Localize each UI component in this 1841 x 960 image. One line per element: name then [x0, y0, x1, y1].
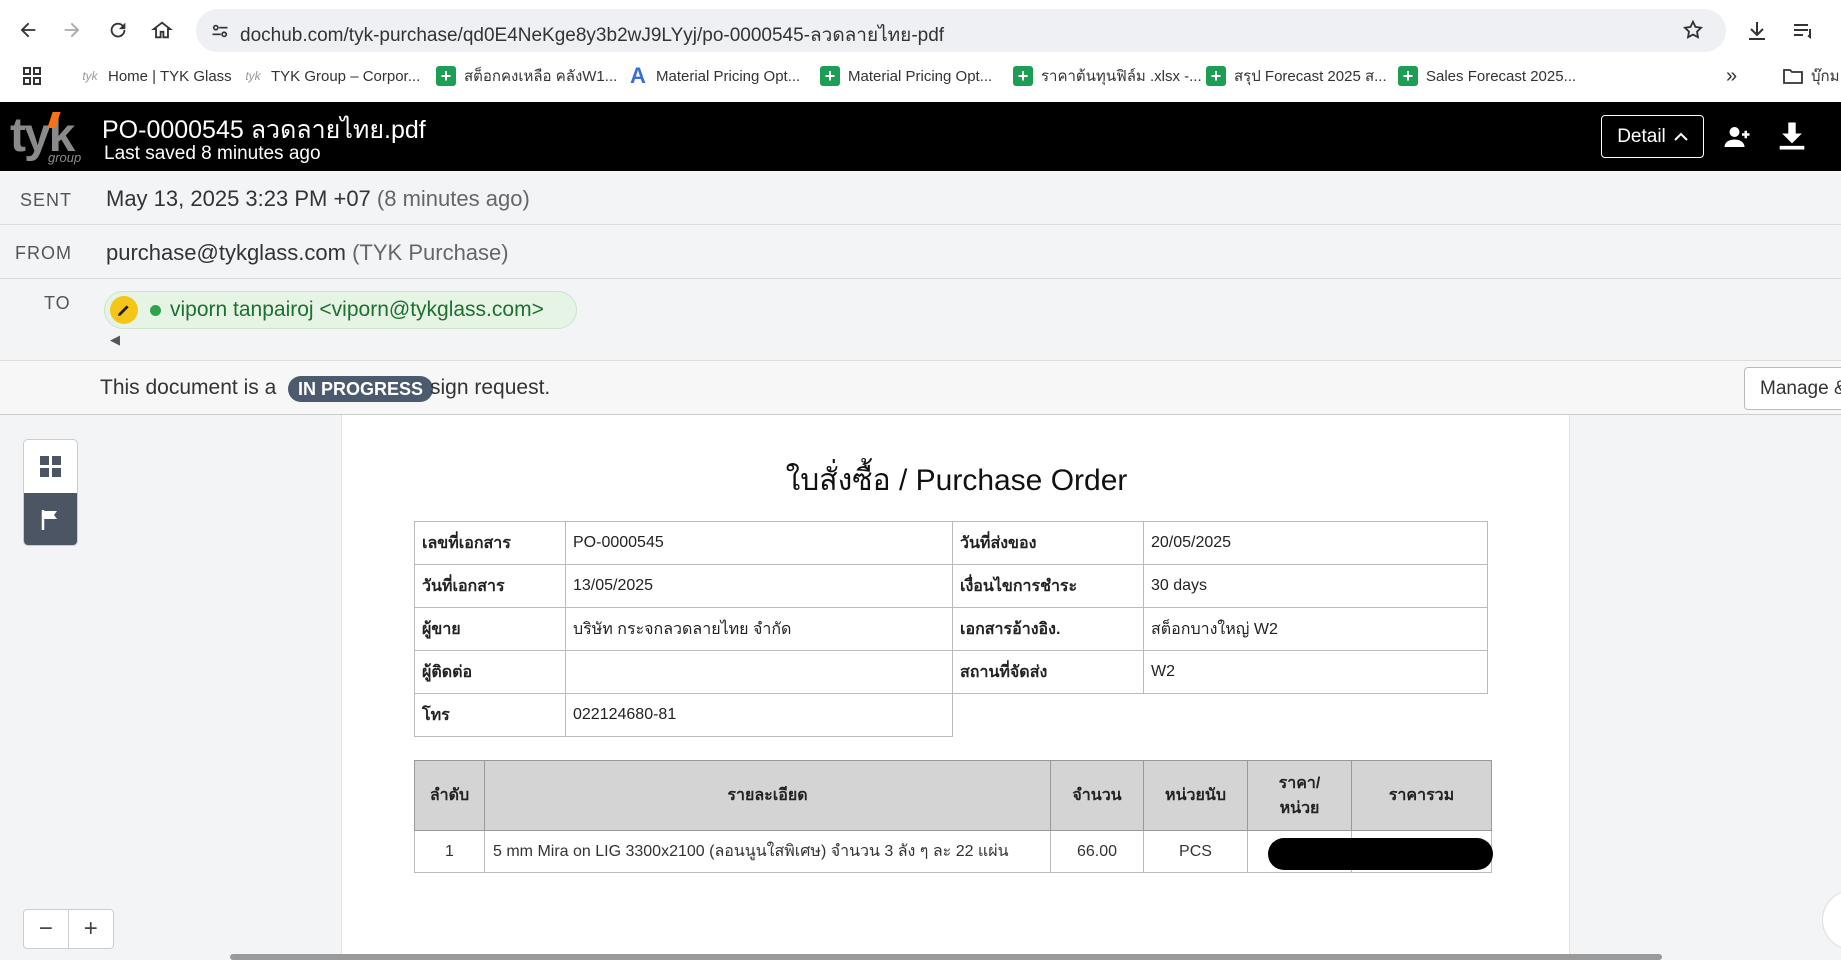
bookmarks-bar: tyk Home | TYK Glass tyk TYK Group – Corpo…	[0, 58, 1841, 94]
sent-label: SENT	[20, 190, 73, 210]
sheets-icon: +	[820, 66, 840, 86]
bookmark-item[interactable]: A Material Pricing Opt...	[628, 63, 800, 88]
col-qty: จำนวน	[1050, 760, 1144, 831]
bookmark-item[interactable]: + Sales Forecast 2025...	[1398, 64, 1576, 88]
bookmarks-overflow[interactable]: »	[1726, 64, 1737, 88]
info-row: ผู้ขาย บริษัท กระจกลวดลายไทย จำกัด เอกสา…	[414, 607, 1488, 651]
pencil-icon[interactable]	[110, 296, 138, 324]
zoom-out-button[interactable]: −	[24, 910, 69, 948]
bookmark-item[interactable]: + ราคาต้นทุนฟิล์ม .xlsx -...	[1013, 64, 1202, 88]
info-row: เลขที่เอกสาร PO-0000545 วันที่ส่งของ 20/…	[414, 521, 1488, 565]
app-header: tyk group PO-0000545 ลวดลายไทย.pdf Last …	[0, 102, 1841, 171]
site-settings-icon[interactable]	[210, 21, 230, 46]
col-price: ราคา/หน่วย	[1247, 760, 1352, 831]
sent-row: SENT May 13, 2025 3:23 PM +07 (8 minutes…	[0, 171, 1841, 225]
reload-icon[interactable]	[102, 14, 134, 46]
zoom-control: − +	[23, 909, 114, 949]
bookmark-item[interactable]: + Material Pricing Opt...	[820, 64, 992, 88]
status-badge: IN PROGRESS	[288, 376, 434, 402]
po-title: ใบสั่งซื้อ / Purchase Order	[785, 464, 1128, 497]
add-user-icon[interactable]	[1722, 122, 1752, 152]
browser-chrome: dochub.com/tyk-purchase/qd0E4NeKge8y3b2w…	[0, 0, 1841, 102]
col-no: ลำดับ	[414, 760, 485, 831]
recipient-name: viporn tanpairoj <viporn@tykglass.com>	[170, 298, 544, 321]
tyk-icon: tyk	[245, 69, 261, 83]
download-icon[interactable]	[1777, 120, 1807, 152]
zoom-in-button[interactable]: +	[69, 910, 114, 948]
url-text[interactable]: dochub.com/tyk-purchase/qd0E4NeKge8y3b2w…	[240, 20, 944, 50]
bookmark-item[interactable]: tyk Home | TYK Glass	[80, 64, 231, 88]
sheets-icon: +	[1206, 66, 1226, 86]
info-row: โทร 022124680-81	[414, 693, 1488, 737]
thumbnails-grid-icon[interactable]	[24, 440, 77, 493]
address-bar[interactable]: dochub.com/tyk-purchase/qd0E4NeKge8y3b2w…	[196, 9, 1726, 52]
scroll-left-icon[interactable]: ◀	[110, 332, 120, 348]
status-bar: This document is a IN PROGRESS sign requ…	[0, 360, 1841, 415]
status-suffix: sign request.	[430, 376, 551, 399]
downloads-icon[interactable]	[1745, 19, 1769, 48]
bookmark-folder[interactable]: บุ๊กม	[1783, 64, 1840, 88]
home-icon[interactable]	[146, 14, 178, 46]
sheets-icon: +	[1013, 66, 1033, 86]
from-value: purchase@tykglass.com (TYK Purchase)	[106, 240, 509, 265]
apps-grid-icon[interactable]	[22, 66, 42, 91]
items-header-row: ลำดับ รายละเอียด จำนวน หน่วยนับ ราคา/หน่…	[414, 760, 1492, 831]
floating-action-button[interactable]	[1822, 890, 1841, 950]
col-desc: รายละเอียด	[484, 760, 1051, 831]
col-total: ราคารวม	[1351, 760, 1492, 831]
po-info-table: เลขที่เอกสาร PO-0000545 วันที่ส่งของ 20/…	[414, 521, 1488, 737]
back-icon[interactable]	[12, 14, 44, 46]
info-row: วันที่เอกสาร 13/05/2025 เงื่อนไขการชำระ …	[414, 564, 1488, 608]
folder-icon	[1783, 66, 1803, 86]
bookmark-item[interactable]: + สรุป Forecast 2025 ส...	[1206, 64, 1387, 88]
font-a-icon: A	[630, 63, 646, 88]
last-saved: Last saved 8 minutes ago	[104, 143, 321, 164]
manage-button[interactable]: Manage &	[1744, 367, 1841, 410]
flag-icon[interactable]	[24, 493, 77, 545]
tyk-icon: tyk	[82, 69, 98, 83]
to-label: TO	[44, 293, 71, 313]
status-dot	[150, 304, 161, 316]
sheets-icon: +	[1398, 66, 1418, 86]
col-unit: หน่วยนับ	[1143, 760, 1248, 831]
status-prefix: This document is a	[100, 376, 277, 399]
forward-icon[interactable]	[56, 14, 88, 46]
sent-date: May 13, 2025 3:23 PM +07 (8 minutes ago)	[106, 186, 530, 211]
detail-button[interactable]: Detail	[1601, 115, 1704, 158]
sheets-icon: +	[436, 66, 456, 86]
redaction-mark	[1268, 838, 1493, 870]
bookmark-star-icon[interactable]	[1682, 19, 1704, 46]
tool-panel	[23, 439, 78, 546]
recipient-chip[interactable]: viporn tanpairoj <viporn@tykglass.com>	[104, 291, 577, 329]
chevron-up-icon	[1674, 126, 1688, 148]
bookmark-item[interactable]: tyk TYK Group – Corpor...	[243, 64, 420, 88]
reading-list-icon[interactable]	[1791, 19, 1815, 48]
document-page: ใบสั่งซื้อ / Purchase Order เลขที่เอกสาร…	[341, 415, 1570, 960]
tyk-logo[interactable]: tyk group	[10, 108, 90, 166]
bookmark-item[interactable]: + สต็อกคงเหลือ คลังW1...	[436, 64, 617, 88]
horizontal-scrollbar[interactable]	[230, 954, 1662, 960]
from-label: FROM	[15, 243, 72, 263]
from-row: FROM purchase@tykglass.com (TYK Purchase…	[0, 225, 1841, 279]
info-row: ผู้ติดต่อ สถานที่จัดส่ง W2	[414, 650, 1488, 694]
